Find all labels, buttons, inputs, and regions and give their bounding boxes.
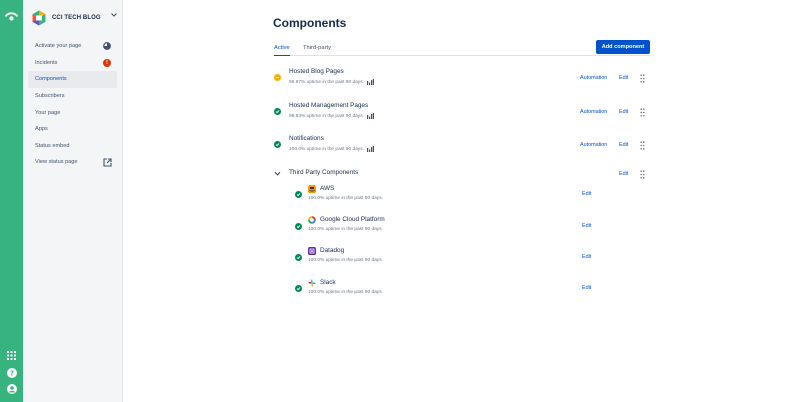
component-name: Notifications xyxy=(289,135,324,142)
sidebar-item-apps[interactable]: Apps xyxy=(28,121,117,138)
svg-text:?: ? xyxy=(9,369,13,377)
sidebar-item-label: Subscribers xyxy=(35,93,65,100)
page-title: Components xyxy=(273,16,347,30)
sidebar-item-view-status-page[interactable]: View status page xyxy=(28,154,117,171)
sidebar-nav: Activate your page Incidents ! Component… xyxy=(28,38,117,171)
sidebar-item-activate-your-page[interactable]: Activate your page xyxy=(28,38,117,55)
sidebar-item-label: Status embed xyxy=(35,142,70,149)
edit-link[interactable]: Edit xyxy=(582,285,591,291)
sidebar-item-label: Incidents xyxy=(35,59,58,66)
automation-link[interactable]: Automation xyxy=(580,142,607,148)
operational-status-icon xyxy=(295,191,302,198)
component-row: Notifications 100.0% uptime in the past … xyxy=(273,133,673,161)
sidebar-item-your-page[interactable]: Your page xyxy=(28,104,117,121)
uptime-text: 99.93% uptime in the past 90 days. xyxy=(289,113,364,119)
uptime-text: 99.97% uptime in the past 90 days. xyxy=(289,79,364,85)
component-uptime: 100.0% uptime in the past 90 days. xyxy=(308,196,383,201)
tab-active[interactable]: Active xyxy=(274,45,290,56)
sidebar-item-incidents[interactable]: Incidents ! xyxy=(28,55,117,72)
sidebar-item-label: View status page xyxy=(35,159,78,166)
uptime-chart-icon[interactable] xyxy=(366,79,374,85)
component-group-header: Third Party Components Edit xyxy=(273,166,673,182)
global-rail: ? xyxy=(0,0,23,402)
edit-link[interactable]: Edit xyxy=(619,171,628,177)
edit-link[interactable]: Edit xyxy=(619,142,628,148)
group-name: Third Party Components xyxy=(289,169,359,176)
component-name: Slack xyxy=(320,279,336,286)
page-switcher[interactable]: CCI TECH BLOG xyxy=(31,9,119,27)
edit-link[interactable]: Edit xyxy=(582,254,591,260)
component-uptime: 99.93% uptime in the past 90 days. xyxy=(289,113,374,119)
brand-name: CCI TECH BLOG xyxy=(52,15,101,21)
component-name: Hosted Blog Pages xyxy=(289,68,344,75)
uptime-chart-icon[interactable] xyxy=(366,113,374,119)
statuspage-icon[interactable] xyxy=(4,9,19,24)
sidebar-item-label: Activate your page xyxy=(35,43,82,50)
progress-icon xyxy=(103,42,111,50)
operational-status-icon xyxy=(295,285,302,292)
child-component-row: Google Cloud Platform 100.0% uptime in t… xyxy=(273,215,673,243)
component-name: Google Cloud Platform xyxy=(320,216,385,223)
profile-icon[interactable] xyxy=(5,382,18,395)
drag-handle-icon[interactable] xyxy=(640,141,645,150)
sidebar-item-label: Your page xyxy=(35,109,61,116)
sidebar-item-components[interactable]: Components xyxy=(28,71,117,88)
sidebar-item-label: Components xyxy=(35,76,67,83)
component-uptime: 99.97% uptime in the past 90 days. xyxy=(289,79,374,85)
automation-link[interactable]: Automation xyxy=(580,109,607,115)
chevron-down-icon[interactable] xyxy=(274,170,281,177)
edit-link[interactable]: Edit xyxy=(582,223,591,229)
sidebar-item-label: Apps xyxy=(35,126,48,133)
child-component-row: Datadog 100.0% uptime in the past 90 day… xyxy=(273,246,673,274)
automation-link[interactable]: Automation xyxy=(580,75,607,81)
edit-link[interactable]: Edit xyxy=(619,109,628,115)
sidebar-item-subscribers[interactable]: Subscribers xyxy=(28,88,117,105)
operational-status-icon xyxy=(295,223,302,230)
incident-alert-badge: ! xyxy=(103,58,111,67)
child-component-row: AWS 100.0% uptime in the past 90 days. E… xyxy=(273,184,673,212)
drag-handle-icon[interactable] xyxy=(640,170,645,179)
external-link-icon xyxy=(103,158,112,167)
operational-status-icon xyxy=(295,254,302,261)
aws-logo-icon xyxy=(308,185,316,193)
component-uptime: 100.0% uptime in the past 90 days. xyxy=(308,290,383,295)
component-uptime: 100.0% uptime in the past 90 days. xyxy=(289,146,374,152)
uptime-text: 100.0% uptime in the past 90 days. xyxy=(289,146,364,152)
brand-logo-icon xyxy=(32,10,46,26)
edit-link[interactable]: Edit xyxy=(582,191,591,197)
component-row: Hosted Blog Pages 99.97% uptime in the p… xyxy=(273,67,673,95)
chevron-down-icon xyxy=(111,13,117,19)
uptime-chart-icon[interactable] xyxy=(366,146,374,152)
component-name: Datadog xyxy=(320,247,345,254)
component-uptime: 100.0% uptime in the past 90 days. xyxy=(308,258,383,263)
component-name: Hosted Management Pages xyxy=(289,102,369,109)
component-tabs: Active Third-party xyxy=(273,43,650,56)
operational-status-icon xyxy=(274,141,281,148)
drag-handle-icon[interactable] xyxy=(640,108,645,117)
component-name: AWS xyxy=(320,185,335,192)
app-switcher-icon[interactable] xyxy=(5,349,18,362)
degraded-status-icon xyxy=(274,74,281,81)
component-row: Hosted Management Pages 99.93% uptime in… xyxy=(273,100,673,128)
sidebar: CCI TECH BLOG Activate your page Inciden… xyxy=(23,0,123,402)
datadog-logo-icon xyxy=(308,247,316,255)
operational-status-icon xyxy=(274,108,281,115)
tab-third-party[interactable]: Third-party xyxy=(303,45,331,56)
drag-handle-icon[interactable] xyxy=(640,74,645,83)
slack-logo-icon xyxy=(308,279,316,287)
help-icon[interactable]: ? xyxy=(5,366,18,379)
child-component-row: Slack 100.0% uptime in the past 90 days.… xyxy=(273,278,673,306)
edit-link[interactable]: Edit xyxy=(619,75,628,81)
google-cloud-logo-icon xyxy=(308,216,316,224)
add-component-button[interactable]: Add component xyxy=(596,40,650,54)
component-uptime: 100.0% uptime in the past 90 days. xyxy=(308,227,383,232)
sidebar-item-status-embed[interactable]: Status embed xyxy=(28,138,117,155)
